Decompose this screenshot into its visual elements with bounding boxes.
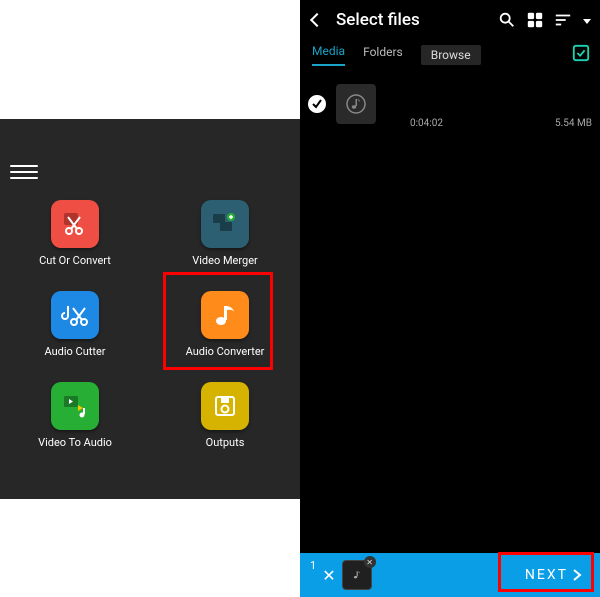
tool-video-to-audio[interactable]: Video To Audio: [38, 382, 112, 449]
file-meta: 0:04:02 5.54 MB: [410, 118, 592, 129]
tool-cut-or-convert[interactable]: Cut Or Convert: [39, 200, 111, 267]
page-title: Select files: [336, 10, 488, 30]
tool-outputs[interactable]: Outputs: [201, 382, 249, 449]
merge-icon: [201, 200, 249, 248]
back-icon[interactable]: [308, 11, 326, 29]
hamburger-icon[interactable]: [10, 158, 38, 186]
tool-menu-screen: Cut Or Convert Video Merger Audio Cutter…: [0, 0, 300, 597]
audio-thumbnail: [336, 84, 376, 124]
selection-group: 1 ✕ ✕: [310, 560, 372, 590]
audio-scissors-icon: [51, 291, 99, 339]
highlight-audio-converter: [163, 272, 273, 370]
toolbar: Select files: [300, 0, 600, 40]
tool-label: Video Merger: [192, 254, 258, 267]
film-scissors-icon: [51, 200, 99, 248]
file-duration: 0:04:02: [410, 118, 443, 129]
tool-label: Video To Audio: [38, 436, 112, 449]
search-icon[interactable]: [498, 11, 516, 29]
clear-selection-icon[interactable]: ✕: [322, 566, 335, 585]
tool-video-merger[interactable]: Video Merger: [192, 200, 258, 267]
save-icon: [201, 382, 249, 430]
selected-thumb[interactable]: ✕: [342, 560, 372, 590]
tool-label: Cut Or Convert: [39, 254, 111, 267]
dropdown-icon[interactable]: [582, 11, 592, 29]
tab-bar: Media Folders Browse: [300, 40, 600, 70]
file-size: 5.54 MB: [555, 118, 592, 129]
selection-count: 1: [310, 559, 316, 572]
remove-thumb-icon[interactable]: ✕: [364, 556, 376, 568]
tool-label: Audio Cutter: [44, 345, 105, 358]
video-audio-icon: [51, 382, 99, 430]
highlight-next: [498, 552, 594, 592]
select-all-icon[interactable]: [572, 44, 590, 62]
tool-audio-cutter[interactable]: Audio Cutter: [44, 291, 105, 358]
tab-folders[interactable]: Folders: [363, 45, 403, 65]
tab-browse[interactable]: Browse: [421, 45, 481, 65]
sort-icon[interactable]: [554, 11, 572, 29]
tab-media[interactable]: Media: [312, 44, 345, 66]
checkbox-checked-icon[interactable]: [308, 95, 326, 113]
tool-label: Outputs: [206, 436, 245, 449]
grid-view-icon[interactable]: [526, 11, 544, 29]
select-files-screen: Select files Media Folders Browse: [300, 0, 600, 597]
